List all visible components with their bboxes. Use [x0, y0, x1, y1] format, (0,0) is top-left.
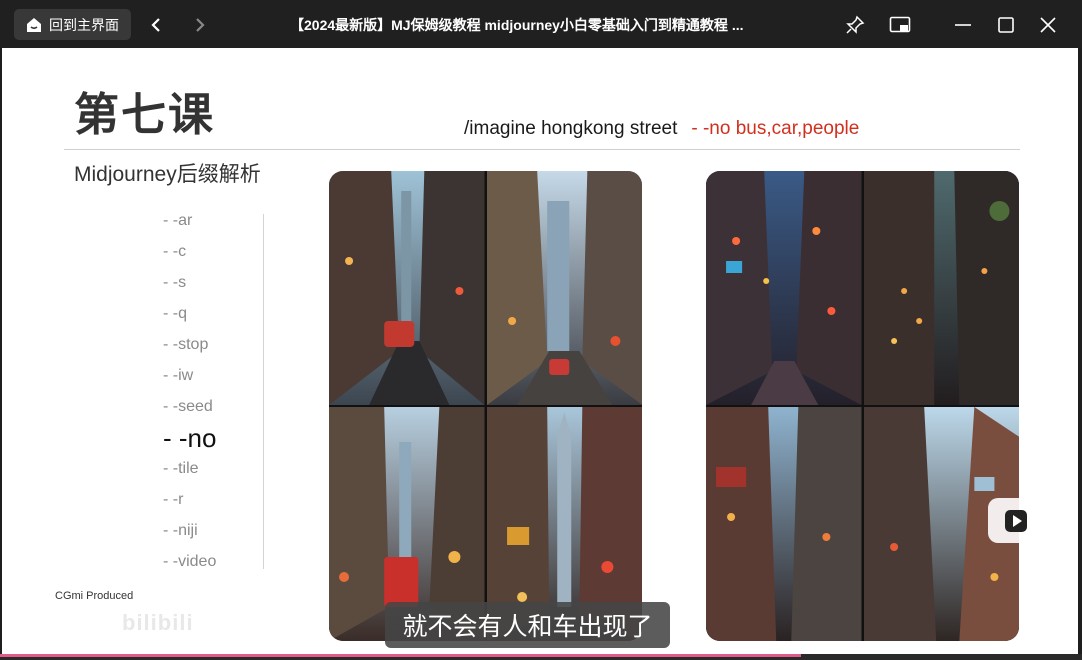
prompt-no-parameter: - -no bus,car,people — [691, 118, 860, 139]
parameter-item: - -q — [163, 305, 187, 322]
vertical-divider — [263, 214, 264, 569]
progress-bar[interactable] — [0, 654, 1082, 660]
chevron-right-icon — [196, 18, 205, 32]
title-bar: 回到主界面 【2024最新版】MJ保姆级教程 midjourney小白零基础入门… — [0, 0, 1082, 48]
window-title: 【2024最新版】MJ保姆级教程 midjourney小白零基础入门到精通教程 … — [290, 17, 744, 33]
forward-button[interactable] — [187, 12, 213, 38]
prompt-command: /imagine hongkong street — [464, 118, 678, 139]
pin-button[interactable] — [840, 10, 870, 40]
parameter-list: - -ar - -c - -s - -q - -stop - -iw - -seed - -n… — [163, 210, 216, 582]
parameter-item: - -video — [163, 553, 217, 570]
chevron-left-icon — [151, 18, 160, 32]
minimize-button[interactable] — [948, 10, 978, 40]
street-image — [706, 171, 862, 405]
street-image — [863, 171, 1019, 405]
close-button[interactable] — [1033, 10, 1063, 40]
play-icon — [1004, 509, 1027, 532]
street-image — [486, 171, 642, 405]
video-frame[interactable]: 第七课 /imagine hongkong street - -no bus,ca… — [2, 48, 1078, 654]
pip-button[interactable] — [885, 10, 915, 40]
parameter-item: - -ar — [163, 212, 193, 229]
parameter-item: - -stop — [163, 336, 209, 353]
parameter-item: - -niji — [163, 522, 198, 539]
image-grid-left — [329, 171, 642, 641]
pin-icon — [846, 15, 865, 34]
minimize-icon — [955, 24, 971, 26]
parameter-item: - -c — [163, 243, 187, 260]
maximize-icon — [998, 17, 1014, 33]
parameter-item: - -no — [163, 423, 217, 453]
picture-in-picture-icon — [889, 16, 911, 33]
video-caption: 就不会有人和车出现了 — [385, 602, 670, 648]
street-image — [329, 171, 485, 405]
image-grid-right — [706, 171, 1019, 641]
parameter-item: - -iw — [163, 367, 194, 384]
bilibili-watermark: bilibili — [52, 610, 194, 636]
lesson-title: 第七课 — [74, 89, 216, 140]
maximize-button[interactable] — [991, 10, 1021, 40]
street-image — [706, 407, 862, 641]
home-icon — [27, 17, 41, 32]
home-button[interactable]: 回到主界面 — [14, 9, 131, 40]
home-button-label: 回到主界面 — [49, 16, 119, 33]
parameter-item: - -r — [163, 491, 184, 508]
parameter-item: - -s — [163, 274, 187, 291]
progress-fill — [0, 654, 801, 657]
divider — [64, 149, 1020, 150]
play-button[interactable] — [988, 498, 1043, 543]
prompt-text: /imagine hongkong street - -no bus,car,pe… — [464, 118, 859, 140]
watermark-text: bilibili — [122, 610, 194, 635]
credit-text: CGmi Produced — [55, 590, 134, 602]
close-icon — [1040, 17, 1056, 33]
back-button[interactable] — [143, 12, 169, 38]
section-subtitle: Midjourney后缀解析 — [74, 163, 261, 186]
parameter-item: - -tile — [163, 460, 199, 477]
